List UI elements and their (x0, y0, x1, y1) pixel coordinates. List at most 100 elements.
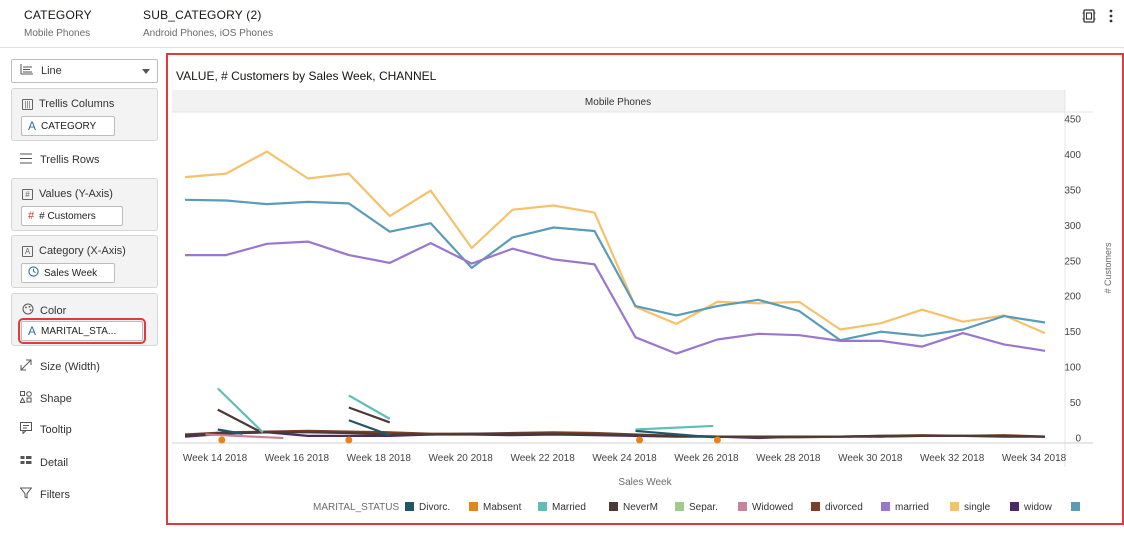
legend-swatch[interactable] (609, 502, 618, 511)
legend-swatch[interactable] (811, 502, 820, 511)
legend-swatch[interactable] (469, 502, 478, 511)
chart-type-select[interactable]: Line (11, 59, 158, 83)
y-tick-label: 300 (1064, 221, 1081, 232)
series-segment-Married-c[interactable] (635, 424, 714, 431)
category-filter-value: Mobile Phones (24, 28, 91, 39)
series-line-blue[interactable] (184, 198, 1046, 342)
data-point-Mabsent[interactable] (713, 436, 721, 444)
data-point-Mabsent[interactable] (636, 436, 644, 444)
legend-title: MARITAL_STATUS (313, 502, 399, 513)
values-y-axis-label: Values (Y-Axis) (39, 188, 113, 200)
trellis-columns-label: Trellis Columns (39, 98, 115, 110)
subcategory-filter[interactable]: SUB_CATEGORY (2) Android Phones, iOS Pho… (143, 8, 273, 39)
size-section[interactable]: Size (Width) (20, 359, 100, 374)
color-section: Color A MARITAL_STA... (11, 293, 158, 346)
legend-swatch[interactable] (538, 502, 547, 511)
category-filter-label: CATEGORY (24, 8, 92, 22)
category-axis-icon: A (22, 245, 33, 257)
data-point-Mabsent[interactable] (345, 436, 353, 444)
subcategory-filter-label: SUB_CATEGORY (2) (143, 8, 262, 22)
trellis-rows-label: Trellis Rows (40, 154, 100, 166)
attribute-icon: A (28, 324, 37, 338)
palette-icon (22, 303, 34, 318)
legend-item-label[interactable]: married (895, 502, 929, 513)
grammar-panel: Line ||| Trellis Columns A CATEGORY Trell… (0, 48, 165, 533)
legend-item-label[interactable]: Widowed (752, 502, 793, 513)
line-chart-icon (20, 64, 33, 78)
tooltip-label: Tooltip (40, 423, 72, 436)
x-tick-label: Week 30 2018 (838, 453, 903, 464)
x-tick-label: Week 14 2018 (183, 453, 248, 464)
resize-icon (20, 359, 32, 374)
legend-item-label[interactable]: widow (1023, 502, 1053, 513)
subcategory-filter-value: Android Phones, iOS Phones (143, 28, 274, 39)
y-tick-label: 250 (1064, 256, 1081, 267)
attribute-icon: A (28, 119, 37, 133)
y-tick-label: 150 (1064, 327, 1081, 338)
sales-week-pill[interactable]: Sales Week (21, 263, 115, 283)
size-label: Size (Width) (40, 360, 100, 373)
category-x-axis-label: Category (X-Axis) (39, 245, 126, 257)
category-filter[interactable]: CATEGORY Mobile Phones (24, 8, 92, 39)
detail-icon (20, 455, 32, 470)
category-column-pill[interactable]: A CATEGORY (21, 116, 115, 136)
x-tick-label: Week 32 2018 (920, 453, 985, 464)
x-axis-title: Sales Week (618, 477, 672, 488)
legend-swatch[interactable] (675, 502, 684, 511)
series-segment-Widowed-a[interactable] (205, 433, 284, 440)
x-tick-label: Week 28 2018 (756, 453, 821, 464)
y-tick-label: 50 (1070, 398, 1082, 409)
marital-status-pill-label: MARITAL_STA... (41, 325, 117, 337)
series-segment-Married-a[interactable] (216, 387, 264, 434)
legend-swatch[interactable] (738, 502, 747, 511)
shape-section[interactable]: Shape (19, 391, 72, 406)
legend-item-label[interactable]: single (964, 502, 991, 513)
x-tick-label: Week 16 2018 (265, 453, 330, 464)
trellis-columns-section: ||| Trellis Columns A CATEGORY (11, 88, 158, 141)
category-x-axis-section: A Category (X-Axis) Sales Week (11, 235, 158, 288)
legend: MARITAL_STATUS Divorc. Mabsent Married Never… (313, 502, 1080, 513)
x-tick-label: Week 18 2018 (347, 453, 412, 464)
chevron-down-icon (142, 69, 150, 74)
y-axis-title: # Customers (1103, 242, 1113, 294)
filter-icon (19, 487, 33, 502)
chart-canvas[interactable]: VALUE, # Customers by Sales Week, CHANNE… (166, 53, 1124, 525)
detail-label: Detail (40, 456, 69, 469)
legend-item-label[interactable]: divorced (825, 502, 863, 513)
series-line-single[interactable] (184, 150, 1046, 335)
filter-settings-icon[interactable] (1081, 8, 1097, 24)
series-segment-NeverM-a[interactable] (217, 408, 260, 432)
legend-swatch[interactable] (881, 502, 890, 511)
detail-section[interactable]: Detail (20, 455, 68, 470)
legend-swatch[interactable] (405, 502, 414, 511)
legend-swatch[interactable] (950, 502, 959, 511)
grid-columns-icon: ||| (22, 98, 33, 110)
tooltip-section[interactable]: Tooltip (20, 422, 72, 437)
chart-type-value: Line (41, 65, 62, 77)
more-options-icon[interactable] (1103, 8, 1119, 24)
legend-swatch[interactable] (1010, 502, 1019, 511)
legend-item-label[interactable]: Married (552, 502, 586, 513)
y-tick-label: 0 (1075, 434, 1081, 445)
legend-swatch[interactable] (1071, 502, 1080, 511)
trellis-rows-section[interactable]: Trellis Rows (20, 153, 100, 167)
x-tick-label: Week 20 2018 (429, 453, 494, 464)
filters-section[interactable]: Filters (19, 487, 70, 502)
y-tick-label: 350 (1064, 185, 1081, 196)
y-tick-label: 400 (1064, 150, 1081, 161)
marital-status-pill[interactable]: A MARITAL_STA... (18, 318, 146, 344)
series-lines (184, 150, 1046, 444)
x-axis: Week 14 2018 Week 16 2018 Week 18 2018 Week… (183, 453, 1067, 464)
legend-item-label[interactable]: NeverM (623, 502, 658, 513)
y-tick-label: 200 (1064, 292, 1081, 303)
customers-measure-pill[interactable]: # # Customers (21, 206, 123, 226)
y-tick-label: 100 (1064, 363, 1081, 374)
customers-measure-pill-label: # Customers (39, 210, 96, 222)
legend-item-label[interactable]: Separ. (689, 502, 718, 513)
category-column-pill-label: CATEGORY (41, 120, 97, 132)
legend-item-label[interactable]: Mabsent (483, 502, 522, 513)
data-point-Mabsent[interactable] (218, 436, 226, 444)
x-tick-label: Week 24 2018 (592, 453, 657, 464)
values-grid-icon: # (22, 188, 33, 200)
legend-item-label[interactable]: Divorc. (419, 502, 450, 513)
